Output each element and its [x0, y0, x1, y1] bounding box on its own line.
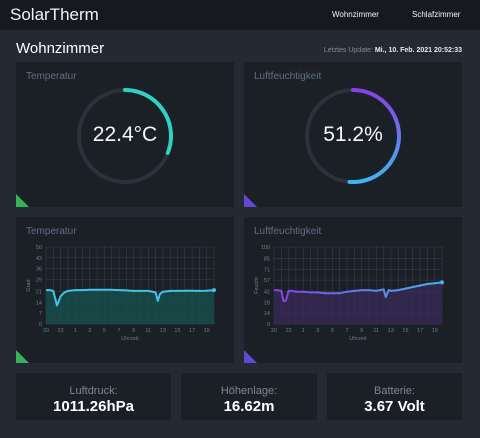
y-axis-label: Feucht	[254, 277, 260, 294]
y-tick-label: 42	[264, 290, 270, 296]
y-tick-label: 36	[36, 267, 42, 273]
altitude-value: 16.62m	[223, 398, 275, 415]
y-tick-label: 14	[36, 300, 42, 306]
x-tick-label: 11	[145, 328, 151, 334]
corner-marker	[16, 194, 29, 207]
last-update-value: Mi., 10. Feb. 2021 20:52:33	[374, 47, 462, 54]
x-axis-label: Uhrzeit	[349, 336, 367, 342]
pressure-value: 1011.26hPa	[53, 398, 134, 415]
humidity-value: 51.2%	[323, 123, 383, 146]
humidity-chart-card: Luftfeuchtigkeit 0 14 28 42 57 71 85 100 20 22 1 3 5…	[244, 217, 462, 363]
last-update-label: Letztes Update:	[323, 47, 373, 54]
pressure-card: Luftdruck: 1011.26hPa	[16, 373, 171, 420]
x-tick-label: 9	[360, 328, 363, 334]
x-tick-label: 13	[160, 328, 166, 334]
x-tick-label: 1	[302, 328, 305, 334]
series-area	[274, 282, 442, 324]
series-end-point	[440, 280, 444, 285]
y-tick-label: 14	[264, 311, 270, 317]
corner-marker	[16, 350, 29, 363]
temperature-gauge-card: Temperatur 22.4°C	[16, 62, 234, 207]
y-tick-label: 100	[261, 245, 270, 251]
x-tick-label: 19	[432, 328, 438, 334]
x-tick-label: 7	[346, 328, 349, 334]
x-tick-label: 5	[103, 328, 106, 334]
page-title: Wohnzimmer	[16, 40, 105, 57]
series-end-point	[212, 288, 216, 293]
y-tick-label: 0	[39, 322, 42, 328]
x-tick-label: 20	[43, 328, 49, 334]
nav-link-schlafzimmer[interactable]: Schlafzimmer	[412, 10, 460, 19]
x-tick-label: 5	[331, 328, 334, 334]
altitude-label: Höhenlage:	[220, 385, 278, 397]
last-update: Letztes Update: Mi., 10. Feb. 2021 20:52…	[324, 47, 462, 54]
x-tick-label: 7	[118, 328, 121, 334]
pressure-label: Luftdruck:	[69, 385, 118, 397]
x-tick-label: 1	[74, 328, 77, 334]
humidity-chart: 014284257718510020 22 1 3 5 7 9 11 13 15 17 19Uhrze…	[254, 245, 444, 342]
x-tick-label: 3	[316, 328, 319, 334]
corner-marker	[244, 194, 257, 207]
y-axis-label: Grad	[26, 279, 32, 291]
y-tick-label: 0	[267, 322, 270, 328]
app-title[interactable]: SolarTherm	[10, 5, 99, 25]
battery-card: Batterie: 3.67 Volt	[327, 373, 462, 420]
x-tick-label: 17	[189, 328, 195, 334]
altitude-card: Höhenlage: 16.62m	[181, 373, 317, 420]
nav-link-wohnzimmer[interactable]: Wohnzimmer	[332, 10, 379, 19]
x-axis-label: Uhrzeit	[121, 336, 139, 342]
x-tick-label: 11	[373, 328, 379, 334]
x-tick-label: 15	[402, 328, 408, 334]
navbar: SolarTherm Wohnzimmer Schlafzimmer	[0, 0, 480, 30]
series-area	[46, 289, 214, 324]
y-tick-label: 28	[264, 300, 270, 306]
humidity-gauge-card: Luftfeuchtigkeit 51.2%	[244, 62, 462, 207]
battery-label: Batterie:	[374, 385, 415, 397]
x-tick-label: 22	[286, 328, 292, 334]
y-tick-label: 57	[264, 278, 270, 284]
x-tick-label: 9	[132, 328, 135, 334]
temperature-chart: 0714212936435020 22 1 3 5 7 9 11 13 15 17 19Uhrzeit…	[26, 245, 216, 342]
corner-marker	[244, 350, 257, 363]
temperature-value: 22.4°C	[92, 123, 158, 146]
x-tick-label: 19	[204, 328, 210, 334]
x-tick-label: 20	[271, 328, 277, 334]
y-tick-label: 71	[264, 267, 270, 273]
x-tick-label: 13	[388, 328, 394, 334]
y-tick-label: 7	[39, 311, 42, 317]
y-tick-label: 43	[36, 256, 42, 262]
x-tick-label: 15	[174, 328, 180, 334]
x-tick-label: 22	[58, 328, 64, 334]
y-tick-label: 85	[264, 257, 270, 263]
battery-value: 3.67 Volt	[364, 398, 425, 415]
y-tick-label: 29	[36, 277, 42, 283]
y-tick-label: 50	[36, 245, 42, 251]
x-tick-label: 3	[88, 328, 91, 334]
y-tick-label: 21	[36, 290, 42, 296]
temperature-chart-card: Temperatur 0 7 14 21 29 36 43 50 20 22 1 3 5 7 9 11 13 15…	[16, 217, 234, 363]
x-tick-label: 17	[417, 328, 423, 334]
